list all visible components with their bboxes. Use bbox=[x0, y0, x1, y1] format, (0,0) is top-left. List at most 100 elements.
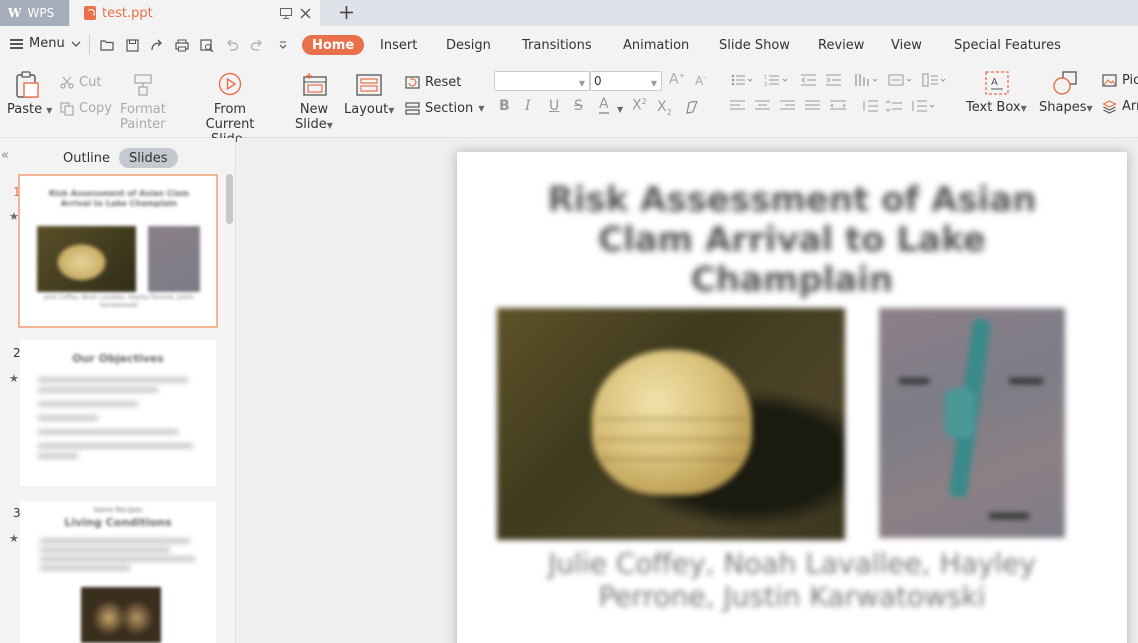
current-slide[interactable]: Risk Assessment of Asian Clam Arrival to… bbox=[457, 152, 1127, 643]
undo-icon[interactable] bbox=[224, 38, 240, 52]
justify-icon[interactable] bbox=[805, 100, 820, 115]
slide-authors[interactable]: Julie Coffey, Noah Lavallee, Hayley Perr… bbox=[497, 547, 1087, 613]
line-spacing-icon[interactable] bbox=[862, 100, 878, 115]
section-label: Section bbox=[425, 101, 474, 116]
section-icon bbox=[405, 102, 420, 115]
close-tab-icon[interactable] bbox=[297, 5, 313, 21]
slide-thumbnail-2[interactable]: Our Objectives bbox=[20, 340, 216, 486]
arrange-button[interactable]: Arr bbox=[1102, 99, 1138, 114]
tab-transitions[interactable]: Transitions bbox=[522, 35, 592, 55]
align-left-icon[interactable] bbox=[730, 100, 745, 115]
caret-down-icon: ▼ bbox=[326, 121, 333, 130]
tab-design[interactable]: Design bbox=[446, 35, 491, 55]
font-size-select[interactable]: 0 ▼ bbox=[590, 71, 662, 91]
shapes-label: Shapes bbox=[1039, 100, 1087, 115]
layout-icon[interactable] bbox=[356, 74, 382, 99]
section-button[interactable]: Section ▼ bbox=[405, 101, 484, 116]
shapes-button[interactable]: Shapes▼ bbox=[1039, 100, 1093, 116]
tab-outline[interactable]: Outline bbox=[53, 148, 120, 168]
tab-animation[interactable]: Animation bbox=[623, 35, 689, 55]
numbering-icon[interactable]: 12 bbox=[764, 74, 790, 89]
clear-format-icon[interactable] bbox=[684, 100, 700, 117]
smart-art-icon[interactable] bbox=[922, 73, 948, 90]
text-box-icon[interactable]: A bbox=[985, 71, 1009, 98]
export-icon[interactable] bbox=[149, 38, 165, 52]
strikethrough-icon[interactable]: S bbox=[574, 98, 583, 114]
slide-thumbnail-1[interactable]: Risk Assessment of Asian Clam Arrival to… bbox=[18, 174, 218, 328]
new-slide-button[interactable]: New Slide▼ bbox=[294, 102, 334, 133]
print-icon[interactable] bbox=[174, 38, 190, 52]
caret-down-icon: ▼ bbox=[650, 79, 657, 88]
tab-view[interactable]: View bbox=[891, 35, 922, 55]
copy-label: Copy bbox=[79, 101, 112, 116]
wps-home-tab[interactable]: W WPS bbox=[0, 0, 69, 26]
window-mode-icon[interactable] bbox=[278, 5, 294, 21]
open-folder-icon[interactable] bbox=[99, 38, 115, 52]
tab-special-features[interactable]: Special Features bbox=[954, 35, 1061, 55]
thumb-clam-image bbox=[37, 226, 136, 292]
redo-icon[interactable] bbox=[249, 38, 265, 52]
slide-editor-canvas[interactable]: Risk Assessment of Asian Clam Arrival to… bbox=[237, 138, 1138, 643]
bullets-icon[interactable] bbox=[731, 74, 755, 89]
picture-button[interactable]: Pic bbox=[1102, 73, 1138, 88]
tab-home[interactable]: Home bbox=[302, 35, 365, 55]
align-text-icon[interactable] bbox=[888, 74, 914, 89]
tab-review[interactable]: Review bbox=[818, 35, 864, 55]
bold-icon[interactable]: B bbox=[499, 98, 510, 114]
ppt-file-icon bbox=[84, 6, 96, 20]
slide-thumbnail-3[interactable]: Some Recipes Living Conditions bbox=[20, 501, 216, 643]
thumb-title: Risk Assessment of Asian Clam Arrival to… bbox=[48, 189, 190, 208]
main-menu-button[interactable]: Menu bbox=[10, 36, 81, 51]
format-painter-button[interactable]: Format Painter bbox=[120, 102, 166, 132]
lake-map-image[interactable] bbox=[879, 308, 1065, 538]
decrease-indent-icon[interactable] bbox=[801, 74, 817, 89]
font-name-select[interactable]: ▼ bbox=[494, 71, 590, 91]
paragraph-settings-icon[interactable] bbox=[911, 100, 937, 115]
format-painter-label-line2: Painter bbox=[120, 117, 166, 132]
superscript-icon[interactable]: X2 bbox=[632, 97, 647, 114]
caret-down-icon[interactable]: ▼ bbox=[617, 105, 623, 114]
scissors-icon bbox=[60, 76, 74, 89]
decrease-font-icon[interactable]: A- bbox=[695, 73, 706, 88]
shapes-icon[interactable] bbox=[1052, 70, 1078, 99]
distributed-icon[interactable] bbox=[830, 100, 846, 115]
reset-button[interactable]: Reset bbox=[405, 75, 461, 90]
panel-scrollbar[interactable] bbox=[226, 174, 233, 224]
thumb-authors: Julie Coffey, Noah Lavallee, Hayley Perr… bbox=[44, 294, 194, 309]
font-color-icon[interactable]: A bbox=[599, 97, 609, 114]
format-painter-icon[interactable] bbox=[133, 73, 153, 100]
thumb-body bbox=[38, 378, 198, 478]
text-direction-icon[interactable] bbox=[854, 73, 880, 90]
increase-font-icon[interactable]: A+ bbox=[669, 71, 685, 88]
thumb-image bbox=[81, 587, 161, 643]
print-preview-icon[interactable] bbox=[199, 38, 215, 52]
paste-icon[interactable] bbox=[14, 71, 40, 102]
document-tab[interactable]: test.ppt bbox=[70, 0, 320, 26]
tab-slides[interactable]: Slides bbox=[119, 148, 178, 168]
tab-insert[interactable]: Insert bbox=[380, 35, 417, 55]
text-box-button[interactable]: Text Box▼ bbox=[966, 100, 1027, 116]
copy-button[interactable]: Copy bbox=[60, 101, 112, 116]
cut-button[interactable]: Cut bbox=[60, 75, 101, 90]
thumb-title: Our Objectives bbox=[72, 352, 164, 365]
layout-button[interactable]: Layout▼ bbox=[344, 102, 394, 118]
new-tab-button[interactable] bbox=[336, 1, 356, 23]
slide-title[interactable]: Risk Assessment of Asian Clam Arrival to… bbox=[497, 180, 1087, 300]
subscript-icon[interactable]: X2 bbox=[657, 99, 672, 117]
paragraph-spacing-icon[interactable] bbox=[885, 100, 902, 115]
customize-toolbar-icon[interactable] bbox=[275, 38, 291, 52]
ribbon-toolbar: Paste ▼ Cut Copy Format Painter From Cur… bbox=[0, 63, 1138, 147]
italic-icon[interactable]: I bbox=[525, 98, 531, 114]
clam-photo[interactable] bbox=[497, 308, 845, 540]
new-slide-icon[interactable] bbox=[302, 72, 328, 101]
increase-indent-icon[interactable] bbox=[826, 74, 842, 89]
underline-icon[interactable]: U bbox=[549, 98, 559, 114]
align-center-icon[interactable] bbox=[755, 100, 770, 115]
collapse-panel-icon[interactable]: « bbox=[1, 148, 9, 163]
save-icon[interactable] bbox=[124, 38, 140, 52]
paste-button[interactable]: Paste ▼ bbox=[7, 102, 52, 118]
align-right-icon[interactable] bbox=[780, 100, 795, 115]
font-size-value: 0 bbox=[594, 74, 602, 88]
tab-slide-show[interactable]: Slide Show bbox=[719, 35, 790, 55]
play-circle-icon[interactable] bbox=[218, 72, 242, 99]
